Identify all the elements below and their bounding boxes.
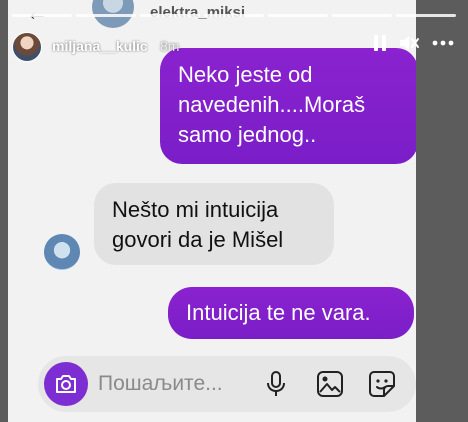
story-header: miljana__kulic 8m: [0, 30, 468, 64]
gallery-icon[interactable]: [316, 370, 344, 403]
message-bubble-received[interactable]: Nešto mi intuicija govori da je Mišel: [94, 183, 334, 265]
mute-icon[interactable]: [398, 34, 420, 52]
mic-icon[interactable]: [266, 370, 286, 403]
message-text: Neko jeste od navedenih....Moraš samo je…: [178, 62, 366, 147]
avatar[interactable]: [12, 32, 42, 62]
story-time: 8m: [160, 38, 180, 54]
camera-icon: [56, 375, 76, 393]
more-icon[interactable]: [432, 40, 454, 46]
avatar: [44, 234, 80, 270]
pause-icon[interactable]: [374, 35, 386, 51]
message-input[interactable]: [98, 369, 248, 399]
progress-segment: [76, 14, 136, 17]
story-progress-bar: [12, 14, 456, 17]
progress-segment: [268, 14, 328, 17]
back-arrow-icon[interactable]: ←: [26, 0, 48, 26]
peer-name: elektra_miksi: [150, 4, 246, 21]
message-text: Intuicija te ne vara.: [186, 300, 371, 325]
progress-segment: [12, 14, 72, 17]
progress-segment: [140, 14, 200, 17]
sticker-icon[interactable]: [368, 370, 396, 403]
progress-segment: [204, 14, 264, 17]
story-username[interactable]: miljana__kulic: [52, 38, 148, 54]
message-text: Nešto mi intuicija govori da je Mišel: [112, 197, 284, 252]
message-composer: [38, 356, 416, 412]
message-bubble-sent[interactable]: Neko jeste od navedenih....Moraš samo je…: [160, 48, 416, 164]
progress-segment: [396, 14, 456, 17]
story-controls: [374, 34, 454, 52]
progress-segment: [332, 14, 392, 17]
camera-button[interactable]: [44, 362, 88, 406]
message-bubble-sent[interactable]: Intuicija te ne vara.: [168, 287, 414, 339]
